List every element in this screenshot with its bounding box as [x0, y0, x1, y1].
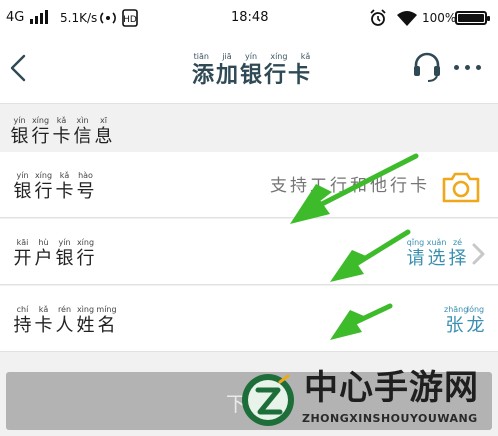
- back-button[interactable]: [4, 48, 36, 88]
- watermark-en: ZHONGXINSHOUYOUWANG: [302, 412, 478, 425]
- battery-percent: 100%: [422, 11, 457, 25]
- headset-icon: [414, 52, 440, 82]
- watermark-cn: 中心手游网: [304, 368, 479, 408]
- network-type: 4G: [6, 10, 25, 25]
- clock: 18:48: [231, 10, 269, 25]
- alarm-icon: [370, 9, 386, 26]
- status-bar: 4G 5.1K/s HD 18:48 100%: [0, 0, 498, 36]
- page-title: tiān jiā yín xíng kǎ 添加银行卡: [187, 52, 317, 90]
- nav-bar: tiān jiā yín xíng kǎ 添加银行卡: [0, 36, 498, 104]
- more-button[interactable]: [451, 52, 485, 82]
- section-title: yín xíng kǎ xìn xī 银 行 卡 信 息: [10, 116, 113, 147]
- network-speed: 5.1K/s: [60, 11, 98, 25]
- cardholder-label: chí kǎ rén xìng míng 持 卡 人 姓 名: [13, 305, 117, 336]
- card-number-label: yín xíng kǎ hào 银 行 卡 号: [13, 171, 95, 202]
- chevron-left-icon: [10, 54, 26, 82]
- chevron-right-icon: [472, 243, 485, 265]
- wifi-icon: [397, 11, 417, 26]
- section-header: yín xíng kǎ xìn xī 银 行 卡 信 息: [0, 104, 498, 152]
- camera-icon: [442, 172, 480, 203]
- scan-card-button[interactable]: [441, 170, 481, 204]
- bank-label: kāi hù yín xíng 开 户 银 行: [13, 238, 95, 269]
- card-number-input[interactable]: [250, 166, 430, 206]
- bank-select-row[interactable]: kāi hù yín xíng 开 户 银 行 qǐng xuǎn zé 请 选…: [0, 219, 498, 285]
- signal-icon: [30, 10, 50, 24]
- card-number-row: yín xíng kǎ hào 银 行 卡 号: [0, 152, 498, 218]
- watermark: 中心手游网 ZHONGXINSHOUYOUWANG: [240, 360, 498, 436]
- watermark-logo-icon: [242, 374, 294, 426]
- volte-icon: HD: [122, 9, 138, 27]
- svg-text:HD: HD: [123, 15, 137, 25]
- customer-service-button[interactable]: [411, 50, 443, 84]
- title-pinyin: tiān jiā yín xíng kǎ: [193, 52, 311, 61]
- cardholder-row: chí kǎ rén xìng míng 持 卡 人 姓 名 zhāng lón…: [0, 286, 498, 352]
- title-text: 添加银行卡: [191, 63, 312, 88]
- cardholder-name: zhāng lóng 张 龙: [444, 305, 485, 336]
- bank-select-value[interactable]: qǐng xuǎn zé 请 选 择: [405, 238, 468, 270]
- hotspot-icon: [100, 12, 116, 24]
- battery-icon: [455, 11, 490, 25]
